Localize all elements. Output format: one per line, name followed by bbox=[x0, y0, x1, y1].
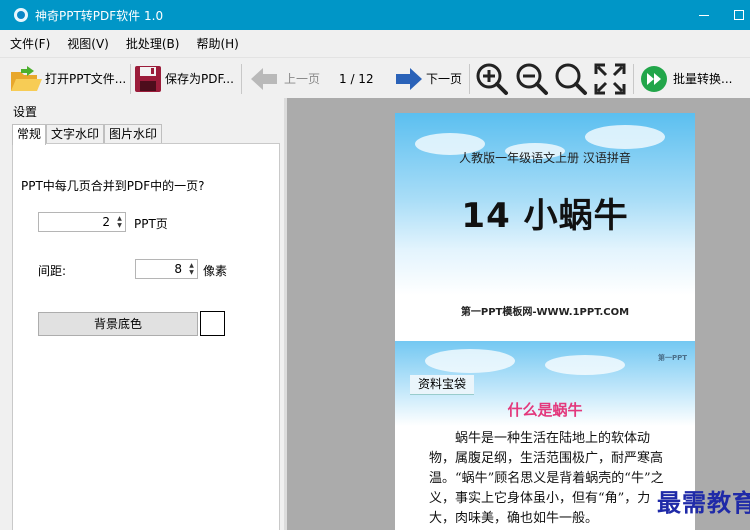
next-page-label: 下一页 bbox=[426, 72, 463, 86]
batch-convert-label: 批量转换... bbox=[673, 72, 733, 86]
window-title: 神奇PPT转PDF软件 1.0 bbox=[35, 8, 164, 23]
cloud-shape bbox=[425, 349, 515, 373]
background-color-button[interactable]: 背景底色 bbox=[38, 312, 198, 336]
menu-batch[interactable]: 批处理(B) bbox=[126, 35, 180, 52]
background-color-swatch[interactable] bbox=[200, 311, 225, 336]
open-ppt-button[interactable]: 打开PPT文件... bbox=[9, 58, 126, 99]
settings-panel bbox=[12, 143, 280, 530]
cloud-shape bbox=[545, 355, 625, 375]
menu-bar: 文件(F) 视图(V) 批处理(B) 帮助(H) bbox=[0, 30, 750, 57]
open-ppt-label: 打开PPT文件... bbox=[45, 72, 127, 86]
save-pdf-label: 保存为PDF... bbox=[165, 72, 234, 86]
menu-view[interactable]: 视图(V) bbox=[67, 35, 109, 52]
maximize-button[interactable] bbox=[716, 0, 750, 30]
spacing-unit-label: 像素 bbox=[203, 264, 228, 278]
zoom-out-icon bbox=[516, 63, 548, 95]
menu-help[interactable]: 帮助(H) bbox=[196, 35, 238, 52]
magnifier-icon bbox=[555, 63, 587, 95]
spacing-value: 8 bbox=[174, 262, 182, 276]
next-page-button[interactable]: 下一页 bbox=[394, 58, 462, 99]
slide-body-text: 蜗牛是一种生活在陆地上的软体动物，属腹足纲，生活范围极广，耐严寒高温。“蜗牛”顾… bbox=[426, 429, 668, 529]
pages-per-sheet-stepper[interactable]: 2 ▲ ▼ bbox=[38, 212, 126, 232]
open-folder-icon bbox=[11, 65, 42, 91]
tab-image-watermark[interactable]: 图片水印 bbox=[104, 124, 163, 144]
toolbar-divider bbox=[241, 64, 242, 94]
prev-page-label: 上一页 bbox=[284, 72, 321, 86]
page-indicator: 1 / 12 bbox=[339, 71, 374, 86]
zoom-in-button[interactable] bbox=[475, 58, 509, 99]
fit-page-button[interactable] bbox=[593, 58, 627, 99]
app-icon bbox=[14, 8, 28, 22]
menu-file[interactable]: 文件(F) bbox=[10, 35, 50, 52]
cloud-shape bbox=[585, 125, 665, 149]
slide-heading: 什么是蜗牛 bbox=[507, 401, 583, 419]
zoom-out-button[interactable] bbox=[515, 58, 549, 99]
slide-tag: 资料宝袋 bbox=[410, 375, 475, 395]
spin-arrows-icon[interactable]: ▲ ▼ bbox=[186, 260, 197, 278]
zoom-in-icon bbox=[476, 63, 508, 95]
toolbar: 打开PPT文件... 保存为PDF... 上一页 1 / 12 下一页 批量转换… bbox=[0, 57, 750, 98]
tab-text-watermark[interactable]: 文字水印 bbox=[46, 124, 105, 144]
toolbar-divider bbox=[469, 64, 470, 94]
arrow-right-icon bbox=[396, 67, 422, 90]
preview-slide-1: 人教版一年级语文上册 汉语拼音 14 小蜗牛 第一PPT模板网-WWW.1PPT… bbox=[395, 113, 695, 341]
arrow-left-icon bbox=[251, 67, 277, 90]
save-pdf-button[interactable]: 保存为PDF... bbox=[133, 58, 234, 99]
spacing-stepper[interactable]: 8 ▲ ▼ bbox=[135, 259, 198, 279]
batch-convert-button[interactable]: 批量转换... bbox=[640, 58, 732, 99]
pages-per-sheet-value: 2 bbox=[102, 215, 110, 229]
maximize-icon bbox=[734, 10, 744, 20]
spin-arrows-icon[interactable]: ▲ ▼ bbox=[114, 213, 125, 231]
slide-title: 14 小蜗牛 bbox=[461, 196, 629, 236]
toolbar-divider bbox=[633, 64, 634, 94]
actual-size-button[interactable] bbox=[554, 58, 588, 99]
pages-unit-label: PPT页 bbox=[134, 217, 168, 231]
preview-slide-2: 第一PPT 资料宝袋 什么是蜗牛 蜗牛是一种生活在陆地上的软体动物，属腹足纲，生… bbox=[395, 341, 695, 530]
slide-site: 第一PPT模板网-WWW.1PPT.COM bbox=[460, 307, 630, 318]
slide-subtitle: 人教版一年级语文上册 汉语拼音 bbox=[459, 151, 631, 165]
fast-forward-icon bbox=[641, 65, 667, 92]
title-bar: 神奇PPT转PDF软件 1.0 bbox=[0, 0, 750, 30]
spacing-label: 间距: bbox=[38, 264, 67, 278]
settings-title: 设置 bbox=[13, 105, 38, 119]
prev-page-button[interactable]: 上一页 bbox=[249, 58, 320, 99]
tab-general[interactable]: 常规 bbox=[12, 124, 47, 145]
minimize-icon bbox=[699, 14, 709, 16]
toolbar-divider bbox=[130, 64, 131, 94]
settings-tabs: 常规 文字水印 图片水印 bbox=[12, 124, 163, 145]
overlay-watermark: 最需教育 bbox=[657, 488, 750, 517]
slide-corner-logo: 第一PPT bbox=[657, 354, 687, 362]
pages-per-sheet-label: PPT中每几页合并到PDF中的一页? bbox=[21, 179, 205, 193]
save-icon bbox=[135, 65, 161, 92]
fullscreen-icon bbox=[594, 63, 626, 94]
